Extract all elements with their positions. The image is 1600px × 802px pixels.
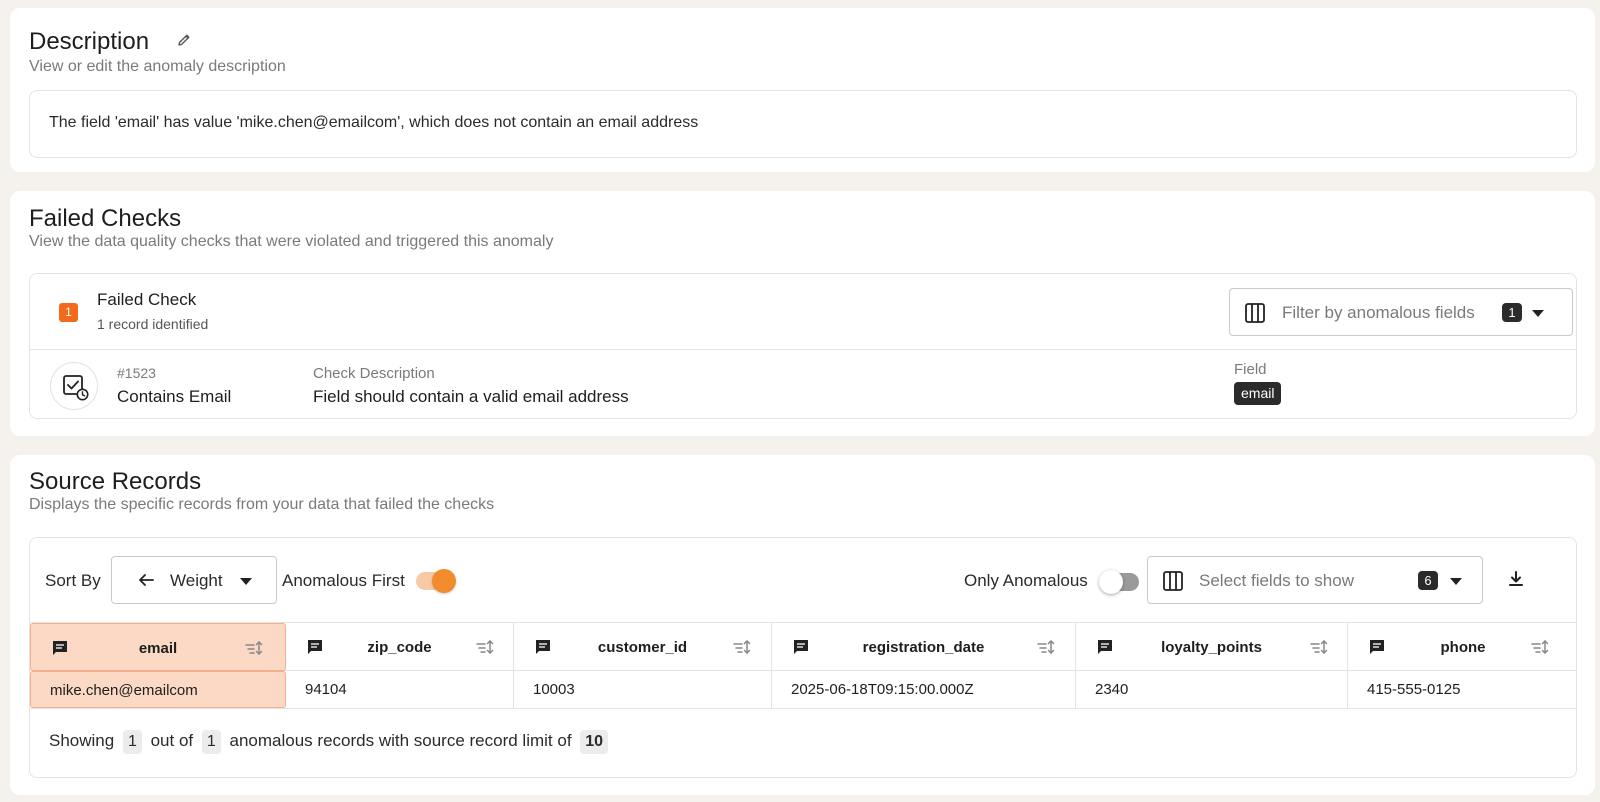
records-table-header: email zip_code customer_id registration_… <box>30 622 1576 671</box>
source-records-box: Sort By Weight Anomalous First Only Anom… <box>29 537 1577 778</box>
records-summary: Showing 1 out of 1 anomalous records wit… <box>49 730 612 754</box>
sort-by-value: Weight <box>170 571 223 590</box>
source-records-subtitle: Displays the specific records from your … <box>29 496 495 513</box>
description-subtitle: View or edit the anomaly description <box>29 58 286 75</box>
source-records-card: Source Records Displays the specific rec… <box>10 455 1595 795</box>
sort-icon[interactable] <box>1530 638 1550 656</box>
check-id: #1523 <box>117 365 156 381</box>
check-name: Contains Email <box>117 387 232 406</box>
table-cell-email[interactable]: mike.chen@emailcom <box>30 671 286 708</box>
only-anomalous-toggle[interactable] <box>1099 570 1139 594</box>
failed-check-header: 1 Failed Check 1 record identified Filte… <box>30 274 1576 350</box>
pencil-icon[interactable] <box>176 32 192 48</box>
failed-checks-card: Failed Checks View the data quality chec… <box>10 191 1595 436</box>
table-cell-loyalty-points[interactable]: 2340 <box>1076 671 1348 708</box>
column-header-phone[interactable]: phone <box>1348 623 1576 671</box>
table-cell-zip-code[interactable]: 94104 <box>286 671 514 708</box>
download-icon[interactable] <box>1506 569 1526 589</box>
description-box[interactable]: The field 'email' has value 'mike.chen@e… <box>29 90 1577 158</box>
column-header-label: loyalty_points <box>1161 639 1262 656</box>
failed-check-record-count: 1 record identified <box>97 316 209 332</box>
chevron-down-icon <box>240 578 252 585</box>
failed-check-title: Failed Check <box>97 290 197 309</box>
check-type-icon-wrap <box>50 362 98 410</box>
failed-checks-title: Failed Checks <box>29 205 182 232</box>
column-header-registration-date[interactable]: registration_date <box>772 623 1076 671</box>
columns-icon <box>1245 303 1265 323</box>
failed-check-count-badge: 1 <box>59 303 78 322</box>
failed-checks-subtitle: View the data quality checks that were v… <box>29 233 554 250</box>
select-fields-select[interactable]: Select fields to show 6 <box>1147 556 1483 604</box>
summary-shown-count: 1 <box>122 730 142 754</box>
check-description: Field should contain a valid email addre… <box>313 387 629 406</box>
arrow-left-icon <box>139 574 154 586</box>
filter-placeholder: Filter by anomalous fields <box>1282 303 1475 322</box>
sort-by-select[interactable]: Weight <box>111 556 277 604</box>
only-anomalous-label: Only Anomalous <box>964 571 1088 590</box>
summary-limit: 10 <box>580 730 609 754</box>
sort-icon[interactable] <box>732 638 752 656</box>
sort-icon[interactable] <box>1309 638 1329 656</box>
description-title: Description <box>29 28 150 55</box>
check-clock-icon <box>63 375 89 401</box>
description-text: The field 'email' has value 'mike.chen@e… <box>49 114 699 131</box>
table-cell-registration-date[interactable]: 2025-06-18T09:15:00.000Z <box>772 671 1076 708</box>
summary-showing: Showing <box>49 731 115 750</box>
fields-count-badge: 6 <box>1418 571 1438 590</box>
summary-mid: anomalous records with source record lim… <box>229 731 572 750</box>
check-field-label: Field <box>1234 361 1267 378</box>
table-cell-phone[interactable]: 415-555-0125 <box>1348 671 1576 708</box>
description-card: Description View or edit the anomaly des… <box>10 8 1595 172</box>
toggle-knob <box>432 569 456 593</box>
column-header-email[interactable]: email <box>30 623 286 671</box>
select-fields-placeholder: Select fields to show <box>1199 571 1354 590</box>
table-cell-customer-id[interactable]: 10003 <box>514 671 772 708</box>
anomalous-first-label: Anomalous First <box>282 571 405 590</box>
sort-icon[interactable] <box>475 638 495 656</box>
column-header-customer-id[interactable]: customer_id <box>514 623 772 671</box>
check-description-label: Check Description <box>313 365 435 382</box>
columns-icon <box>1163 571 1183 591</box>
table-row[interactable]: mike.chen@emailcom 94104 10003 2025-06-1… <box>30 671 1576 709</box>
summary-total-count: 1 <box>201 730 221 754</box>
check-field-tag: email <box>1234 382 1282 405</box>
source-records-title: Source Records <box>29 468 202 495</box>
chevron-down-icon <box>1450 578 1462 585</box>
sort-icon[interactable] <box>1036 638 1056 656</box>
column-header-loyalty-points[interactable]: loyalty_points <box>1076 623 1348 671</box>
toggle-knob <box>1099 570 1123 594</box>
sort-icon[interactable] <box>244 639 264 657</box>
sort-by-label: Sort By <box>45 571 101 590</box>
filter-count-badge: 1 <box>1502 303 1522 322</box>
failed-checks-box: 1 Failed Check 1 record identified Filte… <box>29 273 1577 419</box>
column-header-zip-code[interactable]: zip_code <box>286 623 514 671</box>
filter-anomalous-fields-select[interactable]: Filter by anomalous fields 1 <box>1229 288 1573 336</box>
summary-out-of: out of <box>150 731 194 750</box>
chevron-down-icon <box>1532 310 1544 317</box>
column-header-label: registration_date <box>862 639 985 656</box>
failed-check-row[interactable]: #1523 Contains Email Check Description F… <box>30 351 1576 420</box>
anomalous-first-toggle[interactable] <box>416 569 456 593</box>
